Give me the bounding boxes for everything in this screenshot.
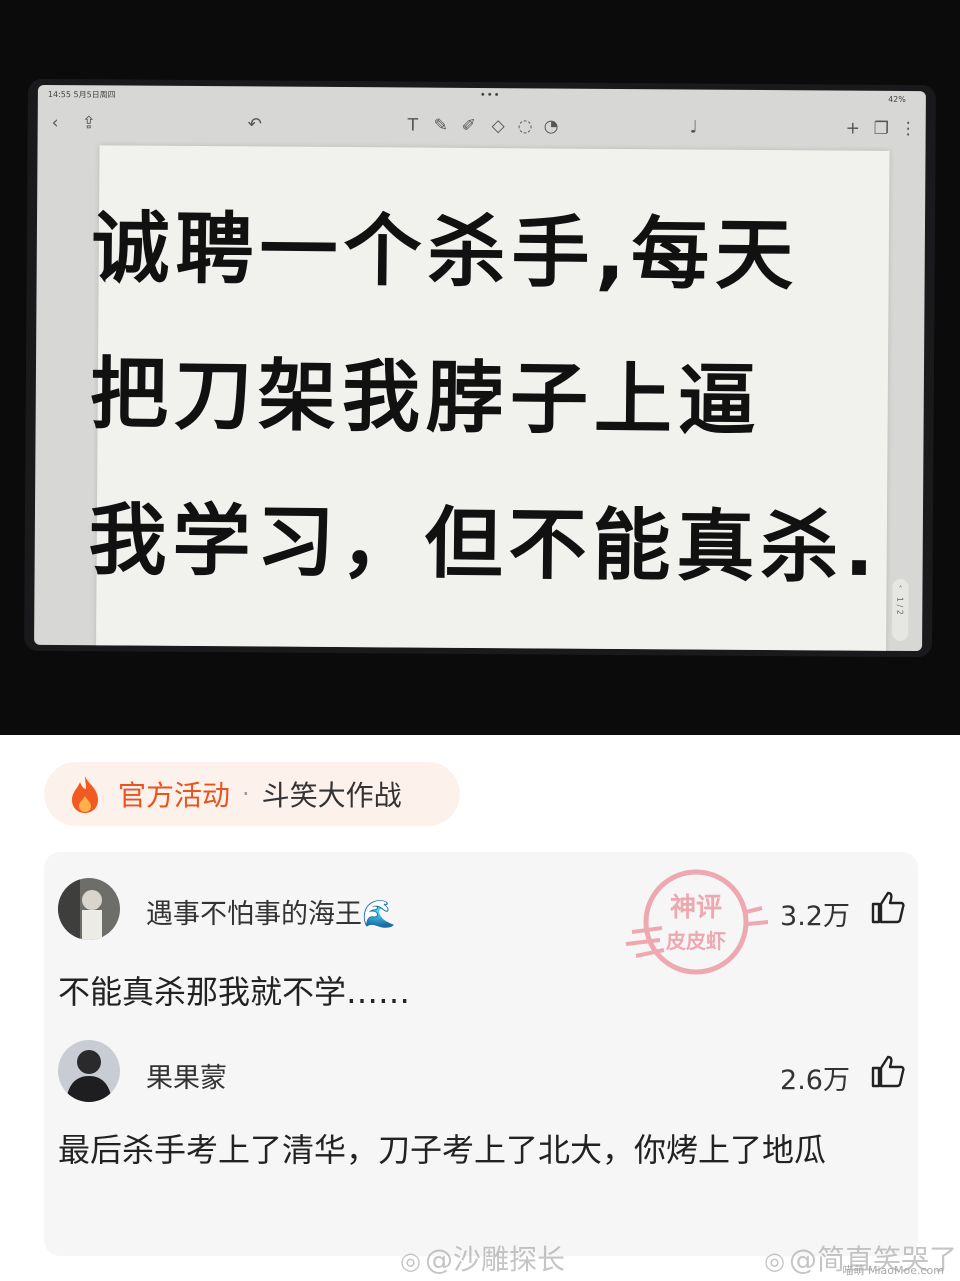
handwritten-line: 我学习，但不能真杀. (88, 495, 881, 595)
lasso-icon: ◌ (517, 116, 533, 137)
like-count: 2.6万 (780, 1065, 850, 1096)
comment-username[interactable]: 果果蒙 (146, 1056, 227, 1095)
official-activity-chip[interactable]: 官方活动 · 斗笑大作战 (44, 762, 460, 826)
highlighter-icon: ✐ (461, 115, 477, 136)
wave-emoji-icon: 🌊 (362, 899, 396, 930)
notes-toolbar: ‹ ⇪ ↶ T ✎ ✐ ◇ ◌ ◔ ♩ + ❐ ⋮ (38, 105, 926, 145)
site-watermark: 喵萌 MiaoMoe.com (842, 1264, 945, 1277)
thumbs-up-icon[interactable] (870, 890, 906, 924)
microphone-icon: ♩ (689, 117, 698, 138)
status-time: 14:55 5月5日周四 (47, 89, 116, 100)
post-image[interactable]: 14:55 5月5日周四 ••• 42% ‹ ⇪ ↶ T ✎ ✐ ◇ ◌ ◔ ♩… (0, 0, 960, 735)
svg-text:皮皮虾: 皮皮虾 (666, 929, 726, 953)
page-scroll-indicator: ˄ 1 / 2 (892, 578, 909, 641)
chevron-up-icon: ˄ (898, 584, 903, 594)
comment-text: 不能真杀那我就不学…… (58, 973, 411, 1011)
eraser-icon: ◇ (491, 116, 505, 137)
thumbs-up-icon[interactable] (870, 1054, 906, 1088)
flame-icon (72, 776, 98, 813)
activity-label: 官方活动 (118, 779, 231, 812)
page-indicator: 1 / 2 (895, 596, 905, 615)
activity-separator: · (242, 780, 250, 808)
undo-icon: ↶ (247, 114, 263, 135)
like-count: 3.2万 (780, 901, 850, 932)
add-icon: + (845, 118, 861, 139)
god-comment-stamp: 神评 皮皮虾 (625, 869, 769, 975)
multitask-dots-icon: ••• (479, 89, 501, 102)
text-tool-icon: T (407, 115, 419, 136)
watermark-left: ◎ @沙雕探长 (400, 1243, 565, 1276)
pages-icon: ❐ (873, 118, 889, 139)
weibo-icon: ◎ (400, 1247, 421, 1275)
hot-comments-card: 遇事不怕事的海王🌊 3.2万 不能真杀那我就不学…… 果果蒙 2.6万 最后杀手… (44, 852, 918, 1256)
handwritten-line: 把刀架我脖子上逼 (89, 349, 763, 447)
handwritten-line: 诚聘一个杀手,每天 (91, 203, 800, 302)
weibo-icon: ◎ (764, 1247, 785, 1275)
battery-level: 42% (888, 94, 906, 104)
activity-name: 斗笑大作战 (261, 779, 402, 812)
comment-text: 最后杀手考上了清华，刀子考上了北大，你烤上了地瓜 (58, 1131, 827, 1169)
back-chevron-icon: ‹ (51, 113, 59, 134)
avatar[interactable] (58, 1040, 120, 1102)
share-icon: ⇪ (81, 113, 97, 134)
avatar[interactable] (58, 878, 120, 940)
shapes-icon: ◔ (543, 116, 559, 137)
comment-username[interactable]: 遇事不怕事的海王🌊 (146, 892, 396, 931)
more-icon: ⋮ (899, 118, 917, 140)
svg-text:神评: 神评 (670, 893, 722, 923)
pen-tool-icon: ✎ (433, 115, 449, 136)
handwritten-text: 诚聘一个杀手,每天 把刀架我脖子上逼 我学习，但不能真杀. (88, 176, 893, 622)
